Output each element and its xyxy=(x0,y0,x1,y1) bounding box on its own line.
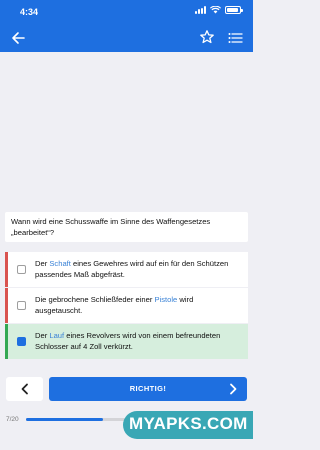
keyword-link[interactable]: Schaft xyxy=(49,259,71,268)
progress-fill xyxy=(26,418,104,421)
question-text: Wann wird eine Schusswaffe im Sinne des … xyxy=(5,212,248,242)
watermark-text: MYAPKS.COM xyxy=(129,414,248,433)
app-header: 4:34 xyxy=(0,0,253,52)
chevron-left-icon xyxy=(21,383,28,395)
check-label: RICHTIG! xyxy=(129,384,167,393)
previous-button[interactable] xyxy=(6,377,43,401)
answer-text: Der Schaft eines Gewehres wird auf ein f… xyxy=(35,259,229,279)
answer-option-3[interactable]: Der Lauf eines Revolvers wird von einem … xyxy=(5,324,248,359)
keyword-link[interactable]: Lauf xyxy=(49,331,64,340)
battery-icon xyxy=(225,6,243,14)
answer-checkbox[interactable] xyxy=(17,301,26,310)
answer-text: Der Lauf eines Revolvers wird von einem … xyxy=(35,331,221,351)
signal-icon xyxy=(195,6,206,14)
answer-option-2[interactable]: Die gebrochene Schließfeder einer Pistol… xyxy=(5,288,248,323)
chevron-right-icon xyxy=(230,383,237,395)
back-arrow-icon[interactable] xyxy=(10,30,26,46)
bookmark-star-icon[interactable] xyxy=(199,29,215,45)
progress-label: 7/20 xyxy=(6,416,19,423)
status-time: 4:34 xyxy=(20,7,39,17)
answer-checkbox[interactable] xyxy=(17,265,26,274)
watermark-badge: MYAPKS.COM xyxy=(123,411,253,439)
keyword-link[interactable]: Pistole xyxy=(154,295,177,304)
question-list-icon[interactable] xyxy=(227,30,243,46)
status-icons xyxy=(195,6,243,14)
check-next-button[interactable]: RICHTIG! xyxy=(49,377,247,401)
answer-list: Der Schaft eines Gewehres wird auf ein f… xyxy=(5,252,248,360)
answer-text: Die gebrochene Schließfeder einer Pistol… xyxy=(35,295,194,315)
wifi-icon xyxy=(210,6,221,14)
answer-option-1[interactable]: Der Schaft eines Gewehres wird auf ein f… xyxy=(5,252,248,287)
answer-checkbox-checked[interactable] xyxy=(17,337,26,346)
